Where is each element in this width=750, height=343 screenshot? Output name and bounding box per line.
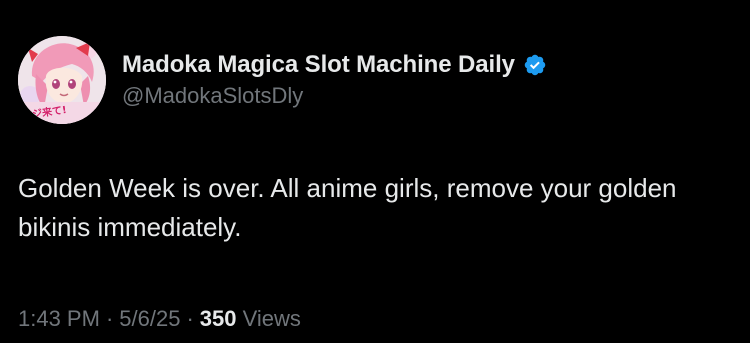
author-display-name[interactable]: Madoka Magica Slot Machine Daily <box>122 50 515 80</box>
views-count[interactable]: 350 <box>200 306 237 331</box>
tweet-date[interactable]: 5/6/25 <box>119 306 180 331</box>
tweet-meta: 1:43 PM · 5/6/25 · 350 Views <box>18 304 301 334</box>
verified-badge-icon[interactable] <box>523 53 547 77</box>
meta-separator: · <box>105 306 114 331</box>
meta-separator: · <box>186 306 194 331</box>
tweet-text: Golden Week is over. All anime girls, re… <box>18 173 677 242</box>
author-names: Madoka Magica Slot Machine Daily @Madoka… <box>122 50 547 110</box>
tweet-time[interactable]: 1:43 PM <box>18 306 100 331</box>
tweet: マジ来て! Madoka Magica Slot Machine Daily @… <box>0 0 750 343</box>
avatar[interactable]: マジ来て! <box>18 36 106 124</box>
author-handle[interactable]: @MadokaSlotsDly <box>122 82 547 110</box>
name-row: Madoka Magica Slot Machine Daily <box>122 50 547 80</box>
views-label: Views <box>242 306 301 331</box>
tweet-header: マジ来て! Madoka Magica Slot Machine Daily @… <box>18 36 547 124</box>
